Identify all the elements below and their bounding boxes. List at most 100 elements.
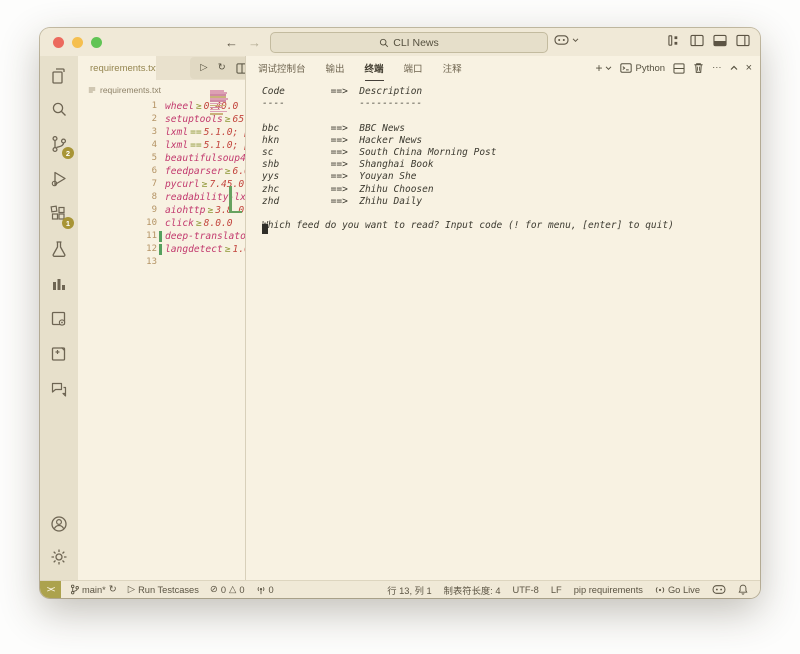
toggle-primary-sidebar-icon[interactable] (690, 34, 704, 47)
account-icon[interactable] (48, 513, 70, 535)
ports-status[interactable]: 0 (256, 585, 274, 595)
terminal-shell-selector[interactable]: Python (620, 63, 665, 74)
remote-indicator[interactable]: >< (40, 581, 61, 599)
code-text: wheel≥0.40.0 (165, 100, 249, 113)
text-file-icon (88, 86, 96, 94)
search-icon (379, 38, 389, 48)
run-file-button[interactable]: ▷ (200, 63, 207, 73)
explorer-icon[interactable] (48, 65, 70, 87)
terminal-actions: + Python ··· × (595, 56, 752, 80)
code-text: feedparser≥6.0.0 (165, 165, 249, 178)
panel-more-actions-icon[interactable]: ··· (712, 63, 722, 73)
tab-terminal[interactable]: 终端 (365, 56, 384, 81)
settings-gear-icon[interactable] (48, 546, 70, 568)
comments-icon[interactable] (48, 378, 70, 400)
encoding[interactable]: UTF-8 (513, 585, 539, 595)
maximize-panel-chevron-icon[interactable] (730, 65, 738, 71)
indentation[interactable]: 制表符长度: 4 (444, 583, 501, 597)
code-line[interactable]: 9aiohttp≥3.8.0 (78, 204, 245, 217)
copilot-icon (554, 34, 569, 46)
code-line[interactable]: 12langdetect≥1.0.9 (78, 243, 245, 256)
chevron-down-icon[interactable] (605, 66, 612, 71)
tab-output[interactable]: 输出 (326, 56, 345, 81)
close-panel-icon[interactable]: × (746, 63, 752, 74)
line-number: 7 (78, 178, 157, 191)
resource-monitor-icon[interactable] (48, 273, 70, 295)
language-mode[interactable]: pip requirements (574, 585, 643, 595)
code-line[interactable]: 5beautifulsoup4≥4 (78, 152, 245, 165)
tab-requirements-txt[interactable]: requirements.txt (78, 56, 156, 80)
line-number: 2 (78, 113, 157, 126)
extensions-icon[interactable]: 1 (48, 203, 70, 225)
code-text: lxml==5.1.0; plat (165, 126, 249, 139)
terminal-output: Code ==> Description ---- ----------- bb… (262, 86, 752, 232)
vscode-window: ← → CLI News (40, 28, 760, 598)
code-line[interactable]: 8readability-lxml (78, 191, 245, 204)
toggle-secondary-sidebar-icon[interactable] (736, 34, 750, 47)
line-number: 5 (78, 152, 157, 165)
zoom-window-button[interactable] (91, 37, 102, 48)
branch-status[interactable]: main* ↻ (70, 584, 117, 595)
minimize-window-button[interactable] (72, 37, 83, 48)
branch-name: main* (82, 585, 106, 595)
terminal-view[interactable]: Code ==> Description ---- ----------- bb… (262, 86, 752, 250)
minimap[interactable] (210, 90, 232, 115)
eol-sequence[interactable]: LF (551, 585, 562, 595)
breadcrumb[interactable]: requirements.txt (88, 83, 161, 97)
line-number: 11 (78, 230, 157, 243)
code-line[interactable]: 3lxml==5.1.0; plat (78, 126, 245, 139)
search-view-icon[interactable] (48, 98, 70, 120)
close-window-button[interactable] (53, 37, 64, 48)
code-text: lxml==5.1.0; plat (165, 139, 249, 152)
back-icon[interactable]: ← (225, 35, 238, 50)
cursor-position[interactable]: 行 13, 列 1 (387, 583, 431, 597)
task-runner-icon[interactable] (48, 308, 70, 330)
notebook-icon[interactable] (48, 343, 70, 365)
line-number: 1 (78, 100, 157, 113)
overview-ruler-added-mark (229, 186, 242, 213)
forward-icon[interactable]: → (248, 35, 261, 50)
command-center-search[interactable]: CLI News (270, 32, 548, 53)
code-text: click≥8.0.0 (165, 217, 249, 230)
notifications-bell-icon[interactable] (738, 584, 748, 595)
run-testcases-button[interactable]: ▷ Run Testcases (128, 585, 199, 595)
go-live-label: Go Live (668, 585, 700, 595)
code-line[interactable]: 6feedparser≥6.0.0 (78, 165, 245, 178)
split-terminal-icon[interactable] (673, 63, 685, 74)
source-control-icon[interactable]: 2 (48, 133, 70, 155)
tab-ports[interactable]: 端口 (404, 56, 423, 81)
activity-bar: 2 1 (40, 56, 78, 580)
traffic-lights (53, 37, 102, 48)
ports-count: 0 (269, 585, 274, 595)
code-text: deep-translator≥ (165, 230, 249, 243)
problems-status[interactable]: ⊘ 0 △ 0 (210, 585, 245, 595)
line-number: 6 (78, 165, 157, 178)
code-line[interactable]: 11deep-translator≥ (78, 230, 245, 243)
kill-terminal-trash-icon[interactable] (693, 62, 704, 74)
tab-label: requirements.txt (90, 63, 156, 74)
run-testcases-label: Run Testcases (138, 585, 199, 595)
code-lines[interactable]: 1wheel≥0.40.02setuptools≥65.0.3lxml==5.1… (78, 100, 245, 269)
code-line[interactable]: 10click≥8.0.0 (78, 217, 245, 230)
tab-debug-console[interactable]: 调试控制台 (258, 56, 306, 81)
go-live-button[interactable]: Go Live (655, 585, 700, 595)
rerun-button[interactable]: ↻ (218, 63, 226, 73)
error-count: 0 (221, 585, 226, 595)
customize-layout-icon[interactable] (668, 34, 681, 47)
shell-label: Python (635, 63, 665, 74)
copilot-status-icon[interactable] (712, 584, 726, 595)
git-branch-icon (70, 584, 79, 595)
warning-count: 0 (239, 585, 244, 595)
git-added-gutter-mark (159, 244, 162, 255)
testing-icon[interactable] (48, 238, 70, 260)
code-line[interactable]: 4lxml==5.1.0; plat (78, 139, 245, 152)
tab-comments[interactable]: 注释 (443, 56, 462, 81)
code-text: setuptools≥65.0. (165, 113, 249, 126)
copilot-menu[interactable] (554, 34, 579, 46)
toggle-panel-icon[interactable] (713, 34, 727, 47)
code-text: langdetect≥1.0.9 (165, 243, 249, 256)
code-line[interactable]: 7pycurl≥7.45.0 (78, 178, 245, 191)
new-terminal-button[interactable]: + (595, 62, 602, 74)
code-line[interactable]: 13 (78, 256, 245, 269)
run-debug-icon[interactable] (48, 168, 70, 190)
